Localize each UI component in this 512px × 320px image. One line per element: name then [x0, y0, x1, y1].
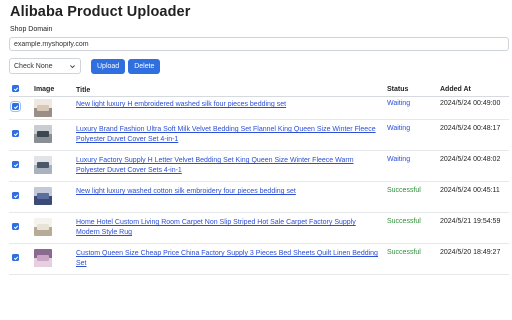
row-checkbox[interactable] — [12, 254, 19, 261]
added-at: 2024/5/20 18:49:27 — [440, 249, 501, 256]
table-header: Image Title Status Added At — [9, 82, 509, 97]
added-at: 2024/5/21 19:54:59 — [440, 218, 501, 225]
product-title[interactable]: New light luxury washed cotton silk embr… — [76, 187, 381, 197]
check-select[interactable]: Check None — [9, 58, 81, 74]
row-checkbox[interactable] — [10, 101, 21, 112]
added-at: 2024/5/24 00:45:11 — [440, 187, 500, 194]
product-title[interactable]: Luxury Brand Fashion Ultra Soft Milk Vel… — [76, 125, 381, 145]
chevron-down-icon — [68, 62, 76, 70]
status-text: Successful — [387, 187, 421, 194]
row-checkbox[interactable] — [12, 192, 19, 199]
column-header-added: Added At — [440, 86, 471, 93]
page-title: Alibaba Product Uploader — [10, 4, 191, 20]
product-thumbnail — [34, 249, 52, 269]
upload-button[interactable]: Upload — [91, 58, 126, 74]
check-select-value: Check None — [14, 62, 53, 70]
column-header-status: Status — [387, 86, 409, 93]
product-title-link[interactable]: New light luxury washed cotton silk embr… — [76, 188, 296, 195]
product-title[interactable]: New light luxury H embroidered washed si… — [76, 100, 381, 110]
column-header-image: Image — [34, 86, 55, 93]
product-title-link[interactable]: Home Hotel Custom Living Room Carpet Non… — [76, 219, 356, 236]
product-title-link[interactable]: New light luxury H embroidered washed si… — [76, 101, 286, 108]
product-title-link[interactable]: Luxury Factory Supply H Letter Velvet Be… — [76, 157, 354, 174]
product-thumbnail — [34, 99, 52, 119]
product-title[interactable]: Luxury Factory Supply H Letter Velvet Be… — [76, 156, 381, 176]
table-body: New light luxury H embroidered washed si… — [9, 97, 509, 275]
added-at: 2024/5/24 00:48:17 — [440, 125, 501, 132]
product-thumbnail — [34, 218, 52, 238]
product-title-link[interactable]: Luxury Brand Fashion Ultra Soft Milk Vel… — [76, 126, 376, 143]
table-row: Home Hotel Custom Living Room Carpet Non… — [9, 213, 509, 244]
product-thumbnail — [34, 156, 52, 176]
status-text: Successful — [387, 218, 421, 225]
row-checkbox[interactable] — [12, 161, 19, 168]
product-title[interactable]: Custom Queen Size Cheap Price China Fact… — [76, 249, 381, 269]
table-row: New light luxury washed cotton silk embr… — [9, 182, 509, 213]
added-at: 2024/5/24 00:48:02 — [440, 156, 501, 163]
shop-domain-input[interactable] — [9, 37, 509, 51]
delete-button[interactable]: Delete — [128, 58, 161, 74]
shop-domain-label: Shop Domain — [10, 26, 53, 33]
table-row: New light luxury H embroidered washed si… — [9, 97, 509, 120]
row-checkbox[interactable] — [12, 130, 19, 137]
row-checkbox[interactable] — [12, 223, 19, 230]
status-text: Waiting — [387, 156, 411, 163]
table-row: Custom Queen Size Cheap Price China Fact… — [9, 244, 509, 275]
added-at: 2024/5/24 00:49:00 — [440, 100, 501, 107]
status-text: Waiting — [387, 100, 411, 107]
status-text: Successful — [387, 249, 421, 256]
select-all-checkbox[interactable] — [12, 85, 19, 92]
product-thumbnail — [34, 187, 52, 207]
status-text: Waiting — [387, 125, 411, 132]
product-title-link[interactable]: Custom Queen Size Cheap Price China Fact… — [76, 250, 378, 267]
product-thumbnail — [34, 125, 52, 145]
table-row: Luxury Brand Fashion Ultra Soft Milk Vel… — [9, 120, 509, 151]
table-row: Luxury Factory Supply H Letter Velvet Be… — [9, 151, 509, 182]
products-table: Image Title Status Added At New light lu… — [9, 82, 509, 275]
product-title[interactable]: Home Hotel Custom Living Room Carpet Non… — [76, 218, 381, 238]
toolbar: Check None Upload Delete — [9, 58, 161, 74]
column-header-title: Title — [76, 87, 91, 94]
